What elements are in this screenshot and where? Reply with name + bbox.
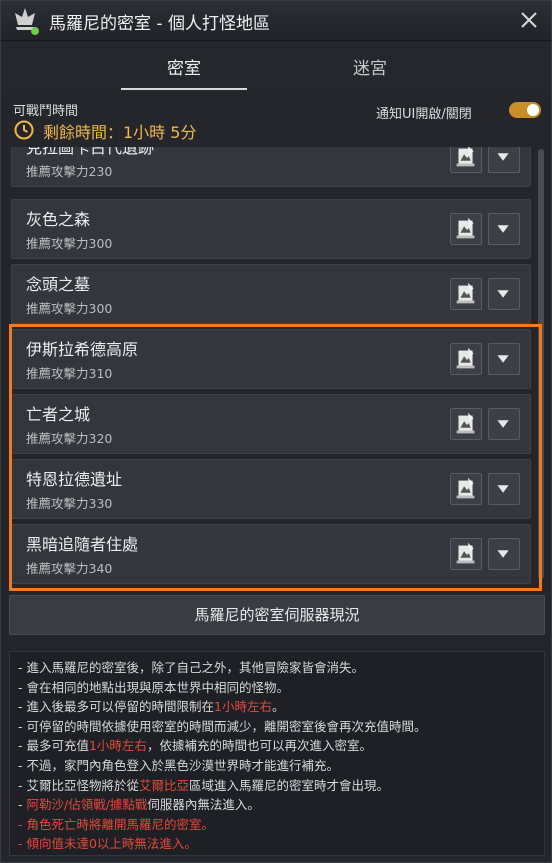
notify-toggle[interactable] bbox=[509, 102, 541, 118]
note-text: - 可停留的時間依據使用密室的時間而減少，離開密室後會再次充值時間。 bbox=[18, 718, 427, 734]
note-line: - 最多可充值1小時左右，依據補充的時間也可以再次進入密室。 bbox=[18, 736, 536, 756]
note-highlight-text: 阿勒沙/佔領戰/據點戰 bbox=[26, 797, 148, 813]
close-icon[interactable] bbox=[517, 8, 541, 32]
note-line: - 角色死亡時將離開馬羅尼的密室。 bbox=[18, 815, 536, 835]
note-highlight-text: 1小時左右 bbox=[88, 738, 147, 754]
note-highlight-text: 1小時左右 bbox=[214, 699, 272, 715]
note-highlight-text: - 角色死亡時將離開馬羅尼的密室。 bbox=[18, 816, 214, 832]
maroni-room-window: 馬羅尼的密室 - 個人打怪地區 密室 迷宮 可戰鬥時間 剩餘時間：1小時 5分 … bbox=[0, 0, 552, 863]
window-title: 馬羅尼的密室 - 個人打怪地區 bbox=[49, 14, 270, 34]
chevron-down-icon bbox=[497, 355, 509, 363]
room-name: 灰色之森 bbox=[26, 210, 91, 229]
room-recommended-power: 推薦攻擊力310 bbox=[26, 366, 113, 381]
room-recommended-power: 推薦攻擊力320 bbox=[26, 431, 113, 446]
info-notes: - 進入馬羅尼的密室後，除了自己之外，其他冒險家皆會消失。 - 會在相同的地點出現… bbox=[9, 651, 545, 856]
room-map-button[interactable] bbox=[450, 213, 482, 245]
map-book-icon bbox=[456, 282, 475, 304]
note-text: 區域進入馬羅尼的密室時才會出現。 bbox=[189, 777, 390, 793]
note-text: - 會在相同的地點出現與原本世界中相同的怪物。 bbox=[18, 679, 289, 695]
note-line: - 進入後最多可以停留的時間限制在1小時左右。 bbox=[18, 697, 536, 717]
room-expand-button[interactable] bbox=[488, 408, 520, 440]
map-book-icon bbox=[456, 542, 475, 564]
room-name: 亡者之城 bbox=[26, 405, 91, 424]
note-text: - 不過，家門內角色登入於黑色沙漠世界時才能進行補充。 bbox=[18, 757, 339, 773]
title-bar: 馬羅尼的密室 - 個人打怪地區 bbox=[1, 1, 551, 41]
note-line: - 進入馬羅尼的密室後，除了自己之外，其他冒險家皆會消失。 bbox=[18, 658, 536, 678]
chevron-down-icon bbox=[497, 485, 509, 493]
room-expand-button[interactable] bbox=[488, 147, 520, 173]
room-expand-button[interactable] bbox=[488, 343, 520, 375]
available-time-label: 可戰鬥時間 bbox=[13, 104, 79, 119]
scrollbar-track[interactable] bbox=[538, 149, 544, 579]
toggle-knob bbox=[527, 104, 539, 116]
clock-icon bbox=[14, 120, 34, 140]
room-row[interactable]: 特恩拉德遺址推薦攻擊力330 bbox=[11, 459, 531, 519]
note-line: - 艾爾比亞怪物將於從艾爾比亞區域進入馬羅尼的密室時才會出現。 bbox=[18, 776, 536, 796]
room-map-button[interactable] bbox=[450, 408, 482, 440]
chevron-down-icon bbox=[497, 550, 509, 558]
crown-emblem-icon bbox=[15, 8, 39, 35]
room-map-button[interactable] bbox=[450, 147, 482, 173]
note-line: - 不過，家門內角色登入於黑色沙漠世界時才能進行補充。 bbox=[18, 756, 536, 776]
notify-toggle-label: 通知UI開啟/關閉 bbox=[376, 107, 472, 122]
room-row[interactable]: 念頭之墓推薦攻擊力300 bbox=[11, 264, 531, 324]
room-map-button[interactable] bbox=[450, 538, 482, 570]
note-text: - 進入後最多可以停留的時間限制在 bbox=[18, 699, 214, 715]
room-expand-button[interactable] bbox=[488, 278, 520, 310]
room-recommended-power: 推薦攻擊力330 bbox=[26, 496, 113, 511]
chevron-down-icon bbox=[497, 420, 509, 428]
remaining-time: 剩餘時間：1小時 5分 bbox=[43, 123, 197, 142]
room-name: 伊斯拉希德高原 bbox=[26, 340, 139, 359]
server-status-button[interactable]: 馬羅尼的密室伺服器現況 bbox=[9, 595, 545, 635]
scrollbar-thumb[interactable] bbox=[538, 149, 544, 579]
room-name: 克拉圖卡古代遺跡 bbox=[26, 147, 155, 157]
room-row[interactable]: 灰色之森推薦攻擊力300 bbox=[11, 199, 531, 259]
map-book-icon bbox=[456, 347, 475, 369]
note-text: - 進入馬羅尼的密室後，除了自己之外，其他冒險家皆會消失。 bbox=[18, 660, 364, 675]
note-text: - 最多可充值 bbox=[18, 738, 89, 754]
note-text: 伺服器內無法進入。 bbox=[147, 797, 260, 813]
active-tab-indicator bbox=[121, 88, 247, 90]
room-expand-button[interactable] bbox=[488, 473, 520, 505]
room-expand-button[interactable] bbox=[488, 213, 520, 245]
room-name: 念頭之墓 bbox=[26, 275, 91, 294]
note-text: ，依據補充的時間也可以再次進入密室。 bbox=[146, 738, 372, 754]
room-recommended-power: 推薦攻擊力300 bbox=[26, 236, 113, 251]
map-book-icon bbox=[456, 217, 475, 239]
room-recommended-power: 推薦攻擊力300 bbox=[26, 301, 113, 316]
note-line: - 傾向值未達0以上時無法進入。 bbox=[18, 834, 536, 854]
room-map-button[interactable] bbox=[450, 343, 482, 375]
note-line: - 阿勒沙/佔領戰/據點戰伺服器內無法進入。 bbox=[18, 795, 536, 815]
chevron-down-icon bbox=[497, 225, 509, 233]
room-row[interactable]: 伊斯拉希德高原推薦攻擊力310 bbox=[11, 329, 531, 389]
room-map-button[interactable] bbox=[450, 473, 482, 505]
map-book-icon bbox=[456, 147, 475, 167]
room-list[interactable]: 克拉圖卡古代遺跡 推薦攻擊力230 灰色之森 推薦攻擊力300 念頭之墓 推薦攻擊力300… bbox=[11, 147, 533, 585]
tab-labyrinth[interactable]: 迷宮 bbox=[290, 54, 450, 79]
room-expand-button[interactable] bbox=[488, 538, 520, 570]
room-row[interactable]: 黑暗追隨者住處推薦攻擊力340 bbox=[11, 524, 531, 584]
room-map-button[interactable] bbox=[450, 278, 482, 310]
chevron-down-icon bbox=[497, 290, 509, 298]
note-line: - 會在相同的地點出現與原本世界中相同的怪物。 bbox=[18, 678, 536, 698]
tab-secret-room[interactable]: 密室 bbox=[104, 54, 264, 79]
chevron-down-icon bbox=[497, 153, 509, 161]
note-text: - 艾爾比亞怪物將於從 bbox=[18, 777, 139, 793]
note-line: - 可停留的時間依據使用密室的時間而減少，離開密室後會再次充值時間。 bbox=[18, 717, 536, 737]
room-name: 黑暗追隨者住處 bbox=[26, 535, 139, 554]
room-row[interactable]: 克拉圖卡古代遺跡推薦攻擊力230 bbox=[11, 147, 531, 187]
room-row[interactable]: 亡者之城推薦攻擊力320 bbox=[11, 394, 531, 454]
room-recommended-power: 推薦攻擊力230 bbox=[26, 164, 113, 179]
note-highlight-text: - 傾向值未達0以上時無法進入。 bbox=[18, 836, 197, 852]
room-recommended-power: 推薦攻擊力340 bbox=[26, 561, 113, 576]
tab-bar: 密室 迷宮 bbox=[1, 42, 551, 92]
room-name: 特恩拉德遺址 bbox=[26, 470, 123, 489]
map-book-icon bbox=[456, 477, 475, 499]
note-text: 。 bbox=[271, 699, 285, 715]
note-highlight-text: 艾爾比亞 bbox=[138, 777, 189, 793]
map-book-icon bbox=[456, 412, 475, 434]
